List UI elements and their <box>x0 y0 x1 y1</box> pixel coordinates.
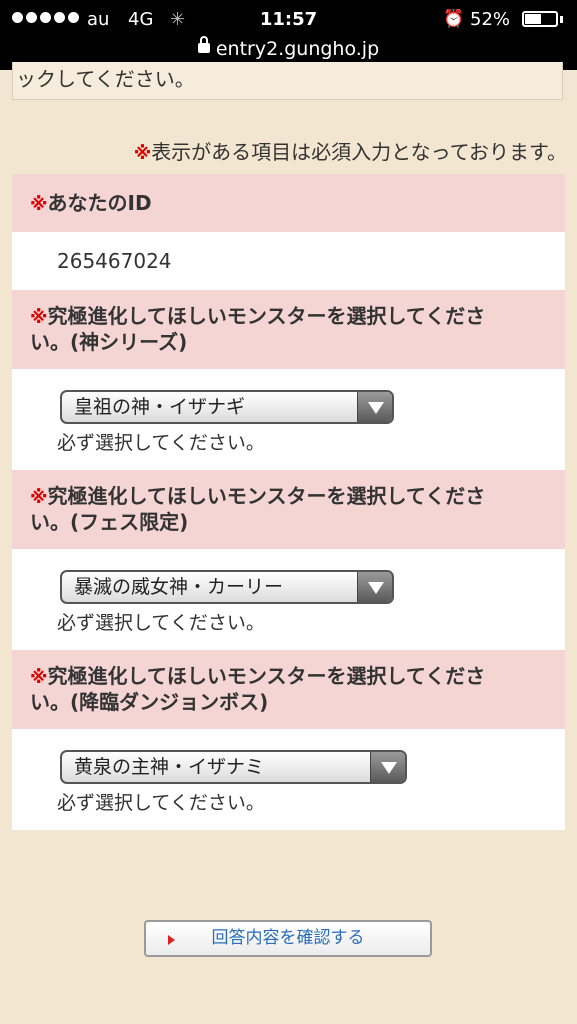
address-bar[interactable]: entry2.gungho.jp <box>0 35 577 60</box>
dropdown-arrow-icon <box>357 572 392 602</box>
required-mark: ※ <box>30 487 48 508</box>
selection-body-god-series: 皇祖の神・イザナギ 必ず選択してください。 <box>12 369 565 470</box>
id-section-body: 265467024 <box>12 232 565 290</box>
select-hint: 必ず選択してください。 <box>57 432 265 454</box>
required-mark: ※ <box>30 667 48 688</box>
required-mark: ※ <box>133 143 152 164</box>
lock-icon <box>197 35 210 53</box>
dropdown-arrow-icon <box>370 752 405 782</box>
selection-header-fes-limited: ※究極進化してほしいモンスターを選択してくださ い。(フェス限定) <box>12 470 565 549</box>
battery-icon <box>522 11 558 27</box>
monster-select-god-series[interactable]: 皇祖の神・イザナギ <box>60 390 394 424</box>
selection-label-line1: 究極進化してほしいモンスターを選択してくださ <box>47 664 486 688</box>
ios-status-bar: au 4G ✳ 11:57 ⏰ 52% entry2.gungho.jp <box>0 0 577 70</box>
url-text: entry2.gungho.jp <box>215 38 380 60</box>
battery-percent: 52% <box>470 9 511 30</box>
user-id-value: 265467024 <box>57 249 172 273</box>
selection-label-line2: い。(フェス限定) <box>30 510 189 534</box>
confirm-answers-button[interactable]: 回答内容を確認する <box>144 920 432 957</box>
selection-header-descended-boss: ※究極進化してほしいモンスターを選択してくださ い。(降臨ダンジョンボス) <box>12 650 565 729</box>
selected-value: 黄泉の主神・イザナミ <box>74 756 265 778</box>
select-hint: 必ず選択してください。 <box>57 792 265 814</box>
selected-value: 皇祖の神・イザナギ <box>74 396 246 418</box>
selected-value: 暴滅の威女神・カーリー <box>74 576 284 598</box>
monster-select-fes-limited[interactable]: 暴滅の威女神・カーリー <box>60 570 394 604</box>
selection-label-line1: 究極進化してほしいモンスターを選択してくださ <box>47 304 486 328</box>
selection-body-fes-limited: 暴滅の威女神・カーリー 必ず選択してください。 <box>12 549 565 650</box>
id-section-header: ※あなたのID <box>12 174 565 232</box>
dropdown-arrow-icon <box>357 392 392 422</box>
required-fields-note: ※表示がある項目は必須入力となっております。 <box>134 136 567 165</box>
selection-header-god-series: ※究極進化してほしいモンスターを選択してくださ い。(神シリーズ) <box>12 290 565 369</box>
required-note-text: 表示がある項目は必須入力となっております。 <box>151 140 567 164</box>
id-label: あなたのID <box>47 191 152 215</box>
monster-select-descended-boss[interactable]: 黄泉の主神・イザナミ <box>60 750 407 784</box>
required-mark: ※ <box>30 194 48 215</box>
selection-body-descended-boss: 黄泉の主神・イザナミ 必ず選択してください。 <box>12 729 565 830</box>
red-arrow-icon <box>168 935 175 945</box>
previous-notice-text: ックしてください。 <box>16 67 195 91</box>
selection-label-line2: い。(神シリーズ) <box>30 330 188 354</box>
alarm-clock-icon: ⏰ <box>443 9 465 29</box>
required-mark: ※ <box>30 307 48 328</box>
previous-notice-box: ックしてください。 <box>12 62 563 100</box>
selection-label-line1: 究極進化してほしいモンスターを選択してくださ <box>47 484 486 508</box>
confirm-button-label: 回答内容を確認する <box>211 928 365 948</box>
select-hint: 必ず選択してください。 <box>57 612 265 634</box>
selection-label-line2: い。(降臨ダンジョンボス) <box>30 690 269 714</box>
